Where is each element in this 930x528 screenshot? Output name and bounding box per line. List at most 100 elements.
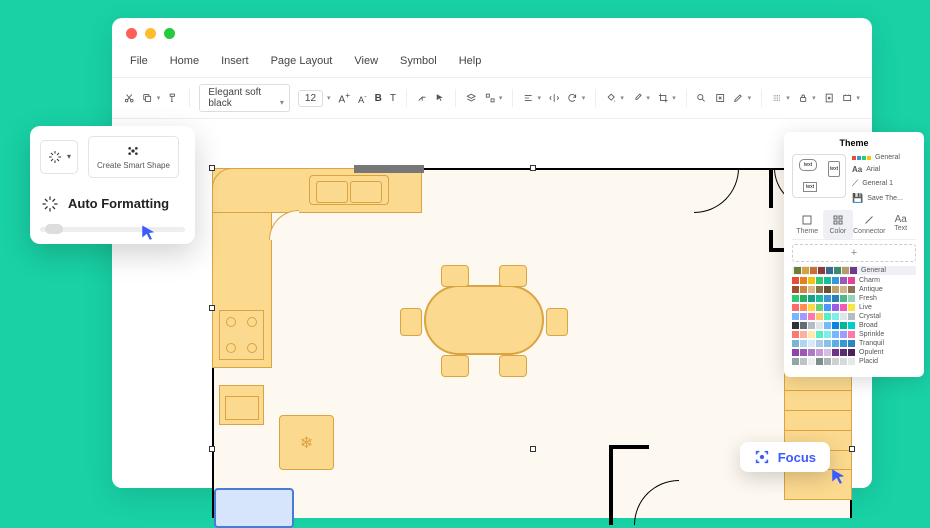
bold-button[interactable]: B	[375, 93, 382, 104]
pen-icon[interactable]	[733, 91, 743, 105]
theme-tabs: Theme Color Connector AaText	[792, 210, 916, 240]
focus-button[interactable]: Focus	[740, 442, 830, 472]
distribute-icon[interactable]	[549, 91, 559, 105]
window-controls	[112, 18, 872, 49]
cooktop[interactable]	[219, 310, 264, 360]
text-tool-icon[interactable]: T	[390, 93, 396, 104]
auto-format-icon-button[interactable]: ▾	[40, 140, 78, 174]
chair[interactable]	[546, 308, 568, 336]
menu-home[interactable]: Home	[170, 55, 199, 67]
crop-icon[interactable]	[658, 91, 668, 105]
palette-crystal[interactable]: Crystal	[792, 313, 916, 320]
tab-connector[interactable]: Connector	[853, 210, 885, 239]
tab-color[interactable]: Color	[823, 210, 854, 239]
menu-insert[interactable]: Insert	[221, 55, 249, 67]
theme-option-general[interactable]: General	[852, 154, 916, 161]
fit-icon[interactable]	[715, 91, 725, 105]
tab-theme[interactable]: Theme	[792, 210, 823, 239]
palette-tranquil[interactable]: Tranquil	[792, 340, 916, 347]
layers-icon[interactable]	[466, 91, 476, 105]
auto-formatting-label: Auto Formatting	[68, 196, 169, 211]
refrigerator[interactable]	[279, 415, 334, 470]
palette-charm[interactable]: Charm	[792, 277, 916, 284]
focus-icon	[754, 449, 770, 465]
wall	[609, 445, 613, 525]
chair[interactable]	[441, 265, 469, 287]
minimize-window-button[interactable]	[145, 28, 156, 39]
settings-icon[interactable]	[842, 91, 852, 105]
search-icon[interactable]	[696, 91, 706, 105]
fill-icon[interactable]	[606, 91, 616, 105]
auto-formatting-popout: ▾ Create Smart Shape Auto Formatting	[30, 126, 195, 244]
chair[interactable]	[400, 308, 422, 336]
palette-fresh[interactable]: Fresh	[792, 295, 916, 302]
selection-handle[interactable]	[849, 446, 855, 452]
sparkle-icon	[47, 149, 63, 165]
decrease-font-icon[interactable]: A-	[358, 92, 367, 105]
group-icon[interactable]	[485, 91, 495, 105]
rotate-icon[interactable]	[567, 91, 577, 105]
copy-icon[interactable]	[142, 91, 152, 105]
theme-panel: Theme text text text General AaArial ⟋Ge…	[784, 132, 924, 377]
sparkle-icon	[40, 194, 60, 214]
selection-handle[interactable]	[209, 446, 215, 452]
palette-placid[interactable]: Placid	[792, 358, 916, 365]
selection-handle[interactable]	[209, 305, 215, 311]
tab-text[interactable]: AaText	[885, 210, 916, 239]
smart-shape-icon	[125, 143, 141, 159]
theme-font-arial[interactable]: AaArial	[852, 165, 916, 174]
selection-handle[interactable]	[209, 165, 215, 171]
door-swing[interactable]	[694, 168, 739, 213]
menu-help[interactable]: Help	[459, 55, 482, 67]
chair[interactable]	[499, 355, 527, 377]
dining-table[interactable]	[424, 285, 544, 355]
wall	[609, 445, 649, 449]
palette-antique[interactable]: Antique	[792, 286, 916, 293]
palette-live[interactable]: Live	[792, 304, 916, 311]
connector-icon[interactable]	[417, 91, 427, 105]
kitchen-sink[interactable]	[309, 175, 389, 205]
chair[interactable]	[441, 355, 469, 377]
theme-panel-title: Theme	[792, 138, 916, 148]
align-icon[interactable]	[523, 91, 533, 105]
theme-preview[interactable]: text text text	[792, 154, 846, 198]
menubar: File Home Insert Page Layout View Symbol…	[112, 49, 872, 77]
menu-file[interactable]: File	[130, 55, 148, 67]
menu-symbol[interactable]: Symbol	[400, 55, 437, 67]
eyedropper-icon[interactable]	[632, 91, 642, 105]
cursor-icon	[830, 468, 848, 486]
menu-view[interactable]: View	[354, 55, 378, 67]
theme-option-general1[interactable]: ⟋General 1	[852, 178, 916, 189]
cut-icon[interactable]	[124, 91, 134, 105]
palette-opulent[interactable]: Opulent	[792, 349, 916, 356]
format-painter-icon[interactable]	[168, 91, 178, 105]
maximize-window-button[interactable]	[164, 28, 175, 39]
menu-page-layout[interactable]: Page Layout	[271, 55, 333, 67]
line-style-icon[interactable]	[772, 91, 782, 105]
range-hood[interactable]	[354, 165, 424, 173]
page-icon[interactable]	[824, 91, 834, 105]
increase-font-icon[interactable]: A+	[339, 90, 351, 105]
font-select[interactable]: Elegant soft black	[199, 84, 290, 112]
theme-save-button[interactable]: 💾Save The...	[852, 193, 916, 204]
toolbar: ▾ Elegant soft black 12▾ A+ A- B T ▾ ▾ ▾…	[112, 77, 872, 119]
font-size-select[interactable]: 12	[298, 90, 323, 107]
add-palette-button[interactable]: +	[792, 244, 916, 262]
paste-dropdown-icon[interactable]: ▾	[157, 94, 161, 102]
lock-icon[interactable]	[798, 91, 808, 105]
app-window: File Home Insert Page Layout View Symbol…	[112, 18, 872, 488]
wall	[769, 168, 773, 208]
selection-handle[interactable]	[530, 165, 536, 171]
auto-format-slider[interactable]	[40, 224, 185, 234]
close-window-button[interactable]	[126, 28, 137, 39]
oven[interactable]	[219, 385, 264, 425]
selection-handle[interactable]	[530, 446, 536, 452]
palette-general[interactable]: General	[792, 266, 916, 275]
pointer-icon[interactable]	[435, 91, 445, 105]
palette-sprinkle[interactable]: Sprinkle	[792, 331, 916, 338]
create-smart-shape-button[interactable]: Create Smart Shape	[88, 136, 179, 178]
door-swing[interactable]	[634, 480, 679, 525]
sofa[interactable]	[214, 488, 294, 528]
palette-broad[interactable]: Broad	[792, 322, 916, 329]
chair[interactable]	[499, 265, 527, 287]
